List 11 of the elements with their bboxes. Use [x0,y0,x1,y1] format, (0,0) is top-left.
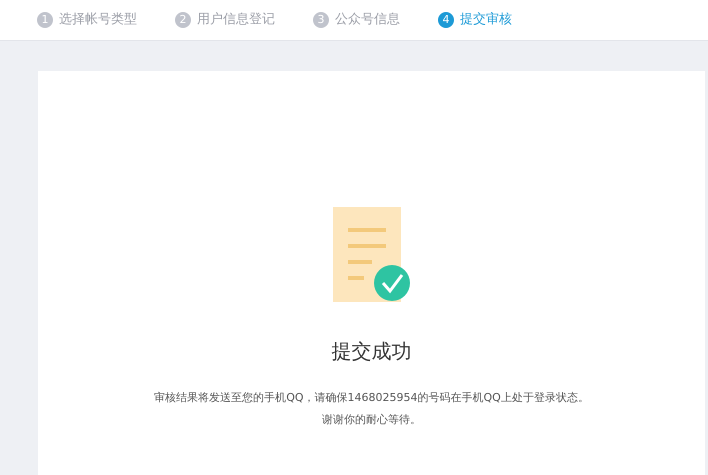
step-number: 4 [438,12,454,28]
step-number: 1 [37,12,53,28]
step-number: 3 [313,12,329,28]
step-label: 提交审核 [460,11,512,30]
thanks-message: 谢谢你的耐心等待。 [322,412,421,428]
result-message: 审核结果将发送至您的手机QQ，请确保1468025954的号码在手机QQ上处于登录状态。 [154,390,589,406]
step-label: 选择帐号类型 [59,11,137,30]
step-label: 用户信息登记 [197,11,275,30]
success-title: 提交成功 [332,338,412,365]
step-number: 2 [175,12,191,28]
step-label: 公众号信息 [335,11,400,30]
